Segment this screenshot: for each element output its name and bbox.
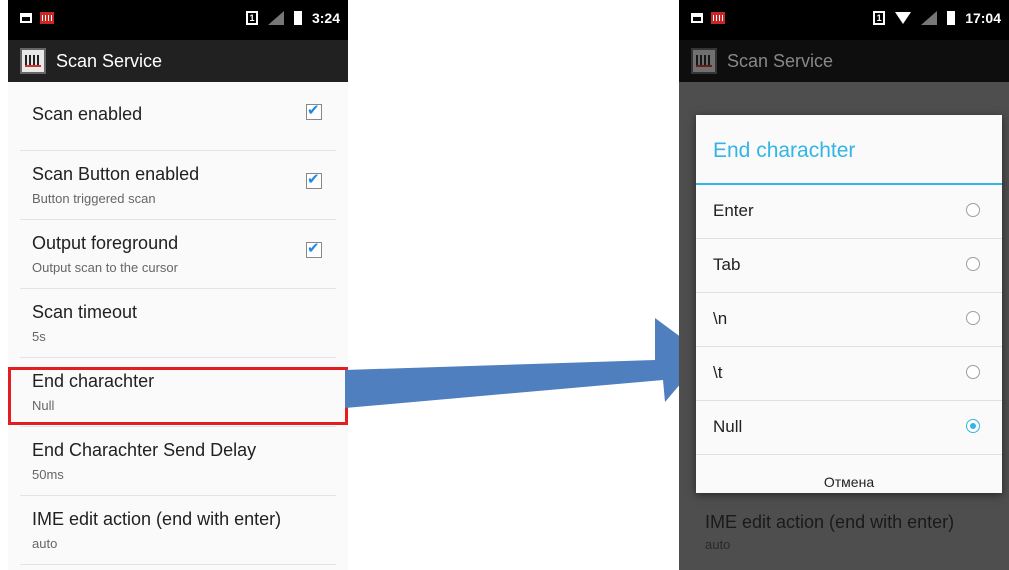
setting-title: Output foreground <box>32 233 179 253</box>
sim-icon: 1 <box>245 11 258 25</box>
battery-icon <box>947 11 956 25</box>
barcode-notification-icon <box>40 12 54 24</box>
radio-button-tab[interactable] <box>966 257 980 271</box>
setting-output-foreground[interactable]: Output foreground Output scan to the cur… <box>20 220 336 289</box>
setting-subtitle: 5s <box>32 329 46 344</box>
setting-title: End Charachter Send Delay <box>32 440 257 460</box>
status-time: 17:04 <box>965 10 1001 26</box>
dialog-title-bar: End charachter <box>696 115 1002 185</box>
setting-scan-enabled[interactable]: Scan enabled <box>20 82 336 151</box>
battery-icon <box>293 11 302 25</box>
setting-title: Scan timeout <box>32 302 138 322</box>
option-enter[interactable]: Enter <box>696 185 1002 239</box>
setting-title: Scan Button enabled <box>32 164 200 184</box>
sim-icon: 1 <box>873 11 886 25</box>
barcode-notification-icon <box>711 12 725 24</box>
background-setting-ime-edit-action: IME edit action (end with enter) auto <box>705 512 954 552</box>
scan-enabled-checkbox[interactable] <box>306 101 322 120</box>
setting-scan-timeout[interactable]: Scan timeout 5s <box>20 289 336 358</box>
barcode-scanner-icon <box>20 48 46 74</box>
setting-subtitle: 50ms <box>32 467 64 482</box>
setting-scan-button-enabled[interactable]: Scan Button enabled Button triggered sca… <box>20 151 336 220</box>
setting-subtitle: auto <box>32 536 58 551</box>
option-newline[interactable]: \n <box>696 293 1002 347</box>
setting-end-character-send-delay[interactable]: End Charachter Send Delay 50ms <box>20 427 336 496</box>
setting-title: IME edit action (end with enter) <box>705 512 955 532</box>
setting-ime-edit-action[interactable]: IME edit action (end with enter) auto <box>20 496 336 565</box>
option-tab-char[interactable]: \t <box>696 347 1002 401</box>
radio-button-tab-char[interactable] <box>966 365 980 379</box>
end-character-dialog: End charachter Enter Tab \n \t Null Отме… <box>696 115 1002 493</box>
radio-button-enter[interactable] <box>966 203 980 217</box>
setting-subtitle: Output scan to the cursor <box>32 260 178 275</box>
option-label: \n <box>713 309 728 328</box>
app-bar: Scan Service <box>8 40 348 82</box>
wifi-icon <box>895 12 912 24</box>
setting-end-character[interactable]: End charachter Null <box>20 358 336 427</box>
output-foreground-checkbox[interactable] <box>306 239 322 258</box>
settings-list: Scan enabled Scan Button enabled Button … <box>8 82 348 565</box>
option-label: Enter <box>713 201 754 220</box>
app-bar: Scan Service <box>679 40 1009 82</box>
status-time: 3:24 <box>311 10 340 26</box>
radio-button-newline[interactable] <box>966 311 980 325</box>
scan-button-enabled-checkbox[interactable] <box>306 170 322 189</box>
status-bar: 1 17:04 <box>679 0 1009 40</box>
setting-subtitle: auto <box>705 537 731 552</box>
option-label: Tab <box>713 255 741 274</box>
setting-subtitle: Null <box>32 398 55 413</box>
option-label: \t <box>713 363 723 382</box>
option-label: Null <box>713 417 743 436</box>
setting-title: IME edit action (end with enter) <box>32 509 282 529</box>
option-tab[interactable]: Tab <box>696 239 1002 293</box>
setting-title: End charachter <box>32 371 155 391</box>
status-bar: 1 3:24 <box>8 0 348 40</box>
signal-icon <box>921 11 938 25</box>
right-phone-screen: 1 17:04 Scan Service IME edit action (en… <box>679 0 1009 570</box>
cancel-button[interactable]: Отмена <box>696 455 1002 508</box>
option-null[interactable]: Null <box>696 401 1002 455</box>
app-title: Scan Service <box>56 50 163 71</box>
left-phone-screen: 1 3:24 Scan Service Scan enabled Scan Bu… <box>8 0 348 570</box>
radio-button-null[interactable] <box>966 419 980 433</box>
setting-subtitle: Button triggered scan <box>32 191 156 206</box>
dialog-title: End charachter <box>713 139 856 162</box>
setting-title: Scan enabled <box>32 104 143 124</box>
signal-icon <box>267 11 284 25</box>
image-notification-icon <box>20 13 32 23</box>
app-title: Scan Service <box>727 50 834 71</box>
right-arrow-icon <box>345 318 705 408</box>
barcode-scanner-icon <box>691 48 717 74</box>
image-notification-icon <box>691 13 703 23</box>
